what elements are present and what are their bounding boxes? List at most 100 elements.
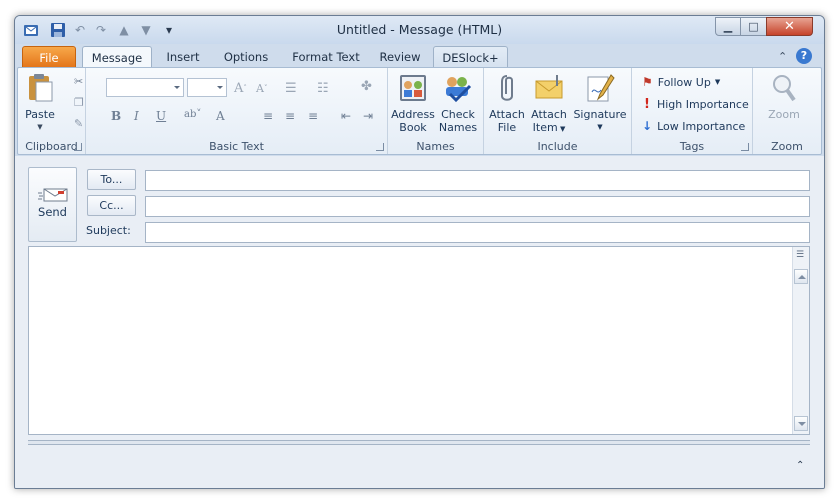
cc-button[interactable]: Cc...: [87, 195, 136, 216]
tags-group: ⚑ Follow Up ▼ ! High Importance ↓ Low Im…: [632, 68, 753, 154]
ribbon: Paste ▼ ✂ ❐ ✎ Clipboard A˄ A˅ ☰ ☷ ✤ B: [17, 67, 822, 155]
zoom-button-label: Zoom: [768, 108, 800, 121]
chevron-down-icon: [217, 86, 223, 89]
address-book-label-1: Address: [391, 108, 435, 121]
tab-insert[interactable]: Insert: [158, 46, 208, 68]
vertical-scrollbar[interactable]: ☰: [792, 247, 809, 434]
font-size-combo[interactable]: [187, 78, 227, 97]
increase-indent-icon[interactable]: ⇥: [363, 109, 373, 123]
numbering-icon[interactable]: ☷: [317, 79, 329, 97]
shrink-font-icon[interactable]: A ˅: [256, 79, 267, 97]
paste-label: Paste: [25, 108, 55, 121]
zoom-group: Zoom Zoom: [753, 68, 821, 154]
minimize-ribbon-icon[interactable]: ⌃: [778, 50, 787, 63]
tab-format-text[interactable]: Format Text: [286, 46, 366, 68]
scroll-up-button[interactable]: [794, 269, 808, 284]
attach-file-label-1: Attach: [489, 108, 525, 121]
attach-item-button[interactable]: Attach Item ▼: [529, 72, 569, 136]
scroll-up-icon: [798, 275, 806, 279]
basic-text-group-label: Basic Text: [209, 140, 264, 153]
chevron-down-icon: [174, 86, 180, 89]
names-group-label: Names: [416, 140, 455, 153]
bold-icon[interactable]: B: [111, 109, 121, 123]
grow-font-icon[interactable]: A ˄: [234, 79, 247, 97]
include-group: Attach File Attach Item ▼ Signature ▼ In…: [484, 68, 632, 154]
paperclip-icon: [491, 72, 523, 104]
ruler-toggle-icon[interactable]: ☰: [796, 250, 804, 260]
font-color-icon[interactable]: A: [216, 109, 225, 123]
align-center-icon[interactable]: ≡: [285, 109, 295, 123]
follow-up-label: Follow Up: [657, 75, 711, 89]
people-pane-splitter[interactable]: [28, 440, 810, 445]
signature-button[interactable]: Signature ▼: [573, 72, 627, 134]
subject-field[interactable]: [145, 222, 810, 243]
cc-field[interactable]: [145, 196, 810, 217]
copy-icon[interactable]: ❐: [74, 93, 84, 111]
address-book-label-2: Book: [399, 121, 427, 134]
decrease-indent-icon[interactable]: ⇤: [341, 109, 351, 123]
address-book-icon: [397, 72, 429, 104]
align-right-icon[interactable]: ≡: [308, 109, 318, 123]
envelope-paperclip-icon: [533, 72, 565, 104]
help-icon[interactable]: ?: [796, 48, 812, 64]
attach-item-label-1: Attach: [531, 108, 567, 121]
outlook-message-window: ↶ ↷ ▲ ▼ ▾ Untitled - Message (HTML) ▁ □ …: [14, 15, 825, 489]
check-names-icon: [442, 72, 474, 104]
down-arrow-icon: ↓: [642, 119, 653, 133]
chevron-down-icon: ▼: [714, 78, 721, 86]
maximize-button[interactable]: □: [740, 17, 767, 36]
attach-item-label-2: Item: [532, 121, 558, 134]
format-painter-icon[interactable]: ✎: [74, 114, 83, 132]
tab-file[interactable]: File: [22, 46, 76, 68]
window-title: Untitled - Message (HTML): [336, 22, 503, 37]
paste-button[interactable]: Paste ▼: [23, 72, 57, 134]
basic-text-launcher-icon[interactable]: [376, 143, 384, 151]
message-body[interactable]: ☰: [28, 246, 810, 435]
low-importance-label: Low Importance: [657, 119, 746, 133]
cut-icon[interactable]: ✂: [74, 72, 83, 90]
ribbon-tab-row: File Message Insert Options Format Text …: [15, 44, 824, 69]
tab-review[interactable]: Review: [374, 46, 426, 68]
to-button[interactable]: To...: [87, 169, 136, 190]
low-importance-button[interactable]: ↓ Low Importance: [642, 117, 745, 135]
tab-options[interactable]: Options: [216, 46, 276, 68]
message-body-text: [29, 247, 809, 255]
clipboard-launcher-icon[interactable]: [74, 143, 82, 151]
magnifier-icon: [768, 72, 800, 104]
title-bar: ↶ ↷ ▲ ▼ ▾ Untitled - Message (HTML) ▁ □ …: [15, 16, 824, 44]
paste-dropdown-icon: ▼: [37, 123, 43, 131]
close-button[interactable]: ✕: [766, 17, 813, 36]
clear-formatting-icon[interactable]: ✤: [361, 77, 372, 95]
italic-icon[interactable]: I: [134, 109, 139, 123]
font-name-combo[interactable]: [106, 78, 184, 97]
expand-people-pane-icon[interactable]: ⌃: [796, 460, 804, 471]
include-group-label: Include: [537, 140, 578, 153]
maximize-icon: □: [748, 20, 759, 33]
tags-launcher-icon[interactable]: [741, 143, 749, 151]
tab-deslock[interactable]: DESlock+: [433, 46, 508, 68]
chevron-down-icon: ▼: [557, 125, 566, 133]
flag-icon: ⚑: [642, 75, 653, 89]
check-names-label-1: Check: [441, 108, 475, 121]
bullets-icon[interactable]: ☰: [285, 79, 297, 97]
zoom-group-label: Zoom: [771, 140, 803, 153]
close-icon: ✕: [784, 19, 795, 34]
to-field[interactable]: [145, 170, 810, 191]
highlight-icon[interactable]: ab˅: [184, 109, 201, 120]
minimize-button[interactable]: ▁: [715, 17, 741, 36]
zoom-button[interactable]: Zoom: [763, 72, 805, 121]
underline-icon[interactable]: U: [156, 109, 166, 123]
exclamation-icon: !: [644, 96, 650, 112]
follow-up-button[interactable]: ⚑ Follow Up ▼: [642, 73, 720, 91]
high-importance-button[interactable]: ! High Importance: [644, 95, 749, 113]
check-names-button[interactable]: Check Names: [437, 72, 479, 134]
align-left-icon[interactable]: ≡: [263, 109, 273, 123]
paste-icon: [24, 72, 56, 104]
address-book-button[interactable]: Address Book: [391, 72, 435, 134]
chevron-down-icon: ▼: [597, 123, 603, 131]
check-names-label-2: Names: [438, 121, 478, 134]
tab-message[interactable]: Message: [82, 46, 152, 69]
scroll-down-button[interactable]: [794, 416, 808, 431]
send-button[interactable]: Send: [28, 167, 77, 242]
attach-file-button[interactable]: Attach File: [488, 72, 526, 134]
